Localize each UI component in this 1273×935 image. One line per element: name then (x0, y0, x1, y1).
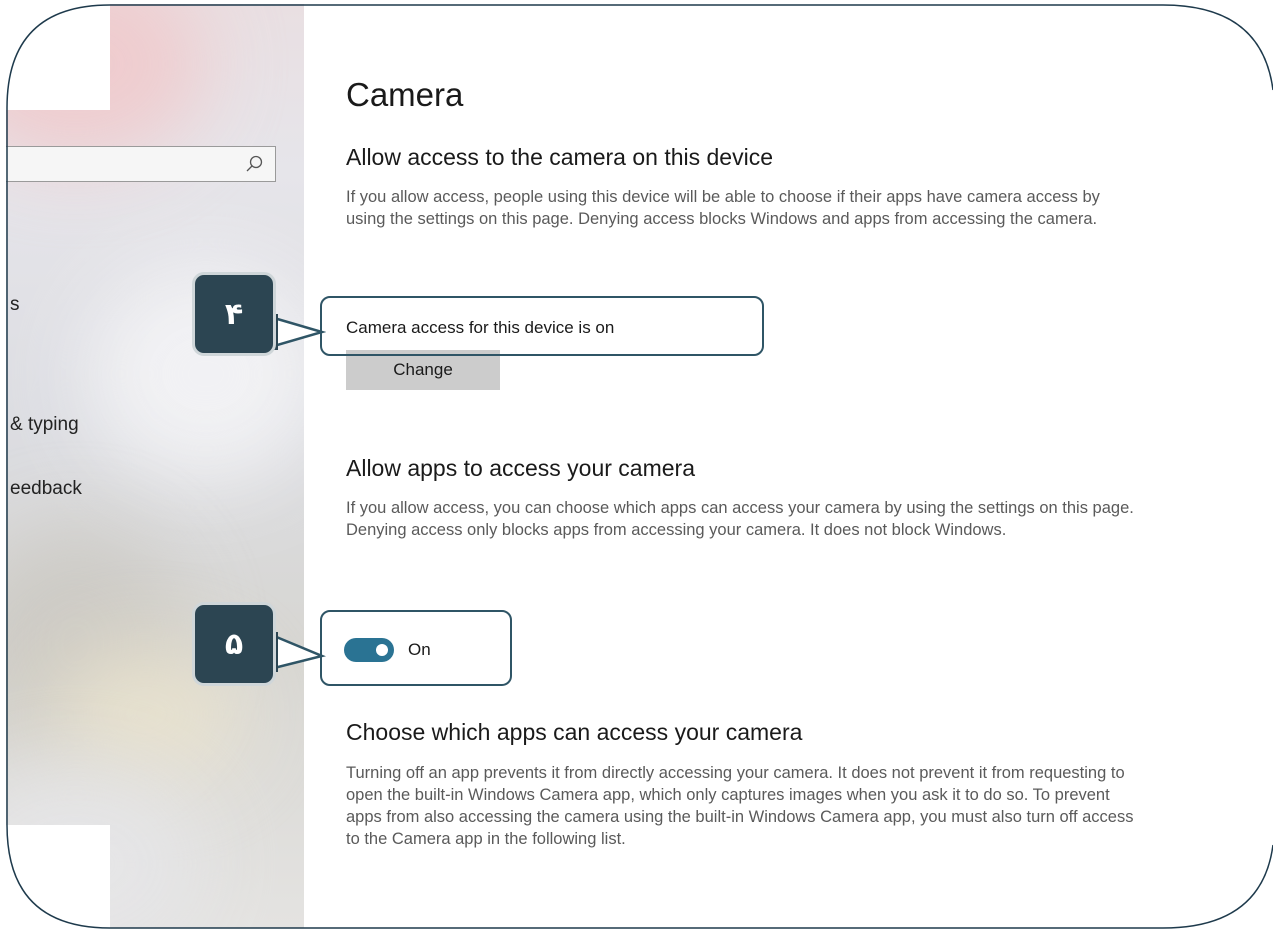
frame-outline (6, 4, 1273, 929)
screenshot-frame: s & typing eedback Camera Allow access t… (0, 0, 1273, 935)
